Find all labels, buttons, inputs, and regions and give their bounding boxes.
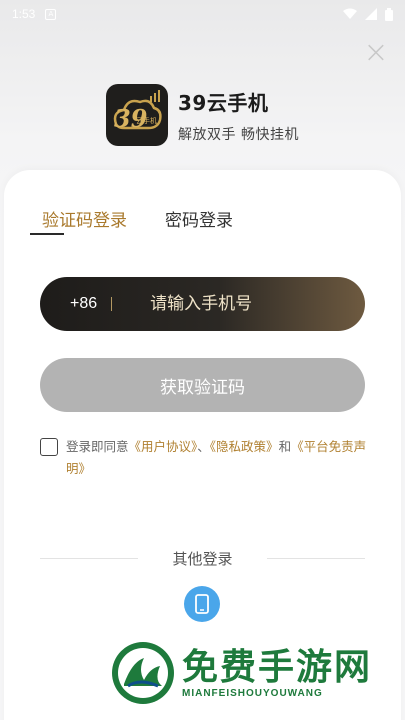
- country-code-divider: [111, 297, 113, 311]
- logo-subtext: 云手机: [136, 117, 157, 125]
- login-tabs: 验证码登录 密码登录: [42, 206, 233, 241]
- phone-field[interactable]: +86: [40, 277, 365, 331]
- user-agreement-link[interactable]: 《用户协议》: [129, 439, 198, 454]
- agreement-text: 登录即同意《用户协议》、《隐私政策》和《平台免责声明》: [66, 436, 370, 480]
- phone-icon: [195, 594, 209, 614]
- active-tab-indicator: [30, 233, 64, 235]
- status-time: 1:53: [12, 7, 36, 21]
- signal-icon: [365, 8, 377, 20]
- country-code[interactable]: +86: [70, 295, 97, 313]
- divider-right: [267, 558, 365, 559]
- watermark-title: 免费手游网: [182, 646, 373, 688]
- other-login-divider: 其他登录: [40, 548, 365, 568]
- watermark-subtitle: MIANFEISHOUYOUWANG: [182, 687, 323, 699]
- wifi-icon: [343, 8, 357, 19]
- agreement-separator: 、: [197, 439, 210, 454]
- tab-sms-login[interactable]: 验证码登录: [42, 206, 127, 241]
- phone-input[interactable]: [150, 294, 341, 314]
- battery-icon: [385, 7, 393, 21]
- app-name: 39云手机: [178, 90, 269, 115]
- get-code-button[interactable]: 获取验证码: [40, 358, 365, 412]
- status-icons: [343, 7, 393, 21]
- agreement-and: 和: [278, 439, 292, 454]
- privacy-policy-link[interactable]: 《隐私政策》: [210, 439, 279, 454]
- brand-header: 39 云手机 39云手机 解放双手 畅快挂机: [106, 84, 299, 146]
- agreement: 登录即同意《用户协议》、《隐私政策》和《平台免责声明》: [40, 436, 370, 480]
- app-logo: 39 云手机: [106, 84, 168, 146]
- watermark-logo-icon: [112, 642, 174, 704]
- status-bar: 1:53 A: [0, 0, 405, 28]
- agreement-checkbox[interactable]: [40, 438, 58, 456]
- agreement-prefix: 登录即同意: [66, 439, 129, 454]
- a-icon: A: [45, 8, 57, 20]
- phone-login-button[interactable]: [184, 586, 220, 622]
- close-icon[interactable]: ×: [363, 38, 389, 68]
- tab-password-login[interactable]: 密码登录: [165, 206, 233, 241]
- watermark: 免费手游网 MIANFEISHOUYOUWANG: [110, 640, 372, 706]
- login-card: 验证码登录 密码登录 +86 获取验证码 登录即同意《用户协议》、《隐私政策》和…: [4, 170, 401, 720]
- app-slogan: 解放双手 畅快挂机: [178, 126, 299, 143]
